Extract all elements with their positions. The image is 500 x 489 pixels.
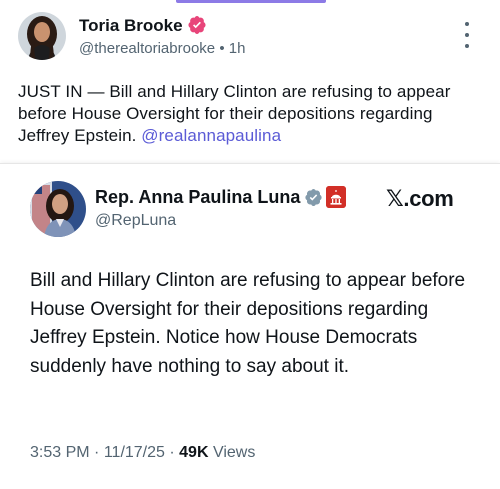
quote-date[interactable]: 11/17/25 bbox=[104, 444, 165, 461]
more-options-button[interactable] bbox=[462, 22, 472, 48]
author-name[interactable]: Toria Brooke bbox=[79, 15, 207, 36]
quoted-post-card[interactable]: Rep. Anna Paulina Luna @RepLuna 𝕏.com Bi… bbox=[0, 163, 500, 489]
quote-author-name-text[interactable]: Rep. Anna Paulina Luna bbox=[95, 187, 300, 207]
more-options-icon bbox=[465, 22, 469, 26]
post-header: Toria Brooke @therealtoriabrooke • 1h bbox=[18, 12, 482, 62]
author-name-text[interactable]: Toria Brooke bbox=[79, 16, 183, 35]
quote-avatar[interactable] bbox=[30, 181, 86, 237]
quote-footer: 3:53 PM · 11/17/25 · 49K Views bbox=[30, 444, 255, 462]
post-time[interactable]: 1h bbox=[229, 40, 246, 57]
quote-author-handle[interactable]: @RepLuna bbox=[95, 212, 176, 230]
government-badge-icon bbox=[305, 188, 322, 207]
avatar-image bbox=[18, 12, 66, 60]
footer-dot: · bbox=[94, 444, 100, 461]
quote-time[interactable]: 3:53 PM bbox=[30, 444, 90, 461]
avatar[interactable] bbox=[18, 12, 66, 60]
author-meta: @therealtoriabrooke • 1h bbox=[79, 40, 245, 57]
footer-dot-2: · bbox=[169, 444, 175, 461]
views-count: 49K bbox=[179, 444, 209, 461]
mention-link[interactable]: @realannapaulina bbox=[141, 126, 281, 145]
quote-author-name[interactable]: Rep. Anna Paulina Luna bbox=[95, 186, 347, 208]
author-handle[interactable]: @therealtoriabrooke bbox=[79, 40, 215, 57]
congress-flag-icon bbox=[326, 186, 347, 208]
quote-avatar-image bbox=[30, 181, 86, 237]
top-indicator bbox=[176, 0, 326, 3]
quote-text: Bill and Hillary Clinton are refusing to… bbox=[30, 270, 466, 377]
views-label: Views bbox=[212, 444, 256, 461]
verified-badge-icon bbox=[188, 16, 206, 34]
post-text: JUST IN — Bill and Hillary Clinton are r… bbox=[18, 81, 480, 147]
meta-separator: • bbox=[219, 40, 225, 57]
x-com-logo: 𝕏.com bbox=[386, 186, 454, 211]
